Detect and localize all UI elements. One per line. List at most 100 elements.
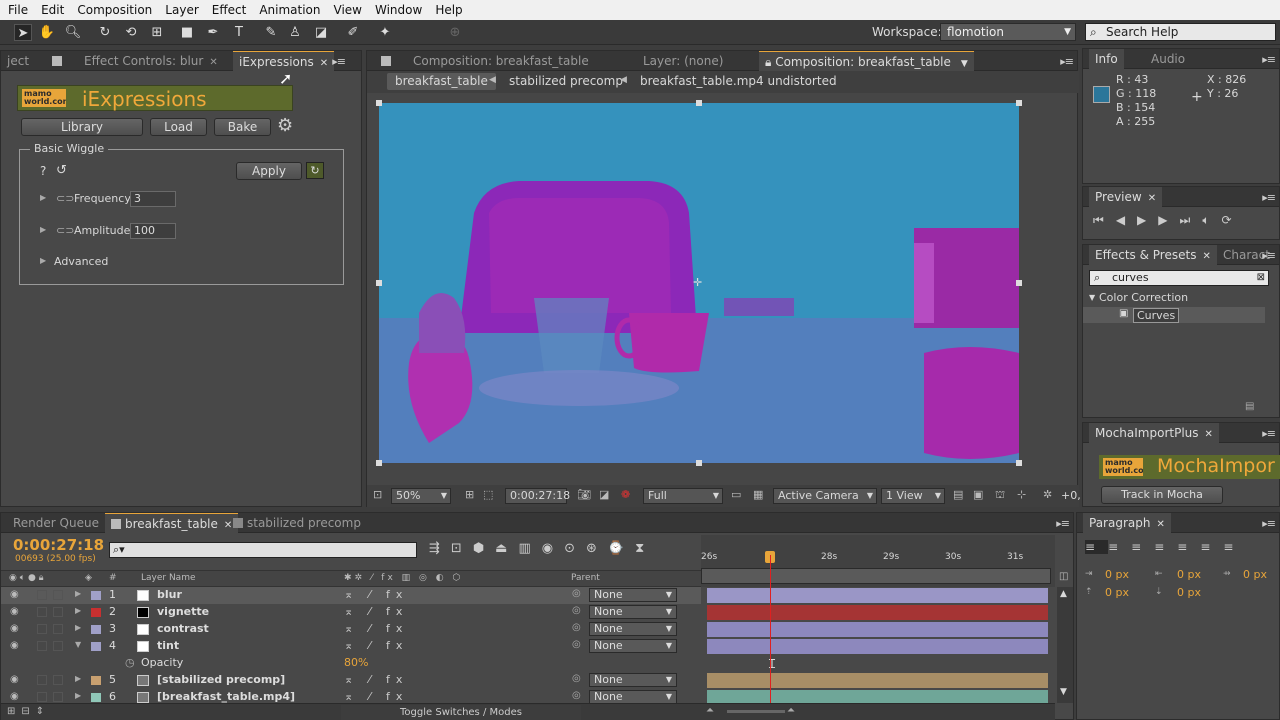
link-icon[interactable]: ⊂⊃ (56, 224, 74, 237)
reset-icon[interactable]: ↺ (56, 163, 67, 178)
expand-arrow-icon[interactable]: ▶ (40, 193, 46, 202)
layer-name-header[interactable]: Layer Name (141, 573, 196, 583)
panel-menu-icon[interactable]: ▸≡ (1060, 55, 1074, 68)
panel-menu-icon[interactable]: ▸≡ (1056, 517, 1070, 530)
layer-name[interactable]: contrast (157, 622, 209, 635)
align-left-icon[interactable]: ≡ (1085, 540, 1109, 554)
color-channels-icon[interactable]: ❁ (621, 488, 630, 501)
library-button[interactable]: Library (21, 118, 143, 136)
menu-view[interactable]: View (330, 3, 366, 17)
chevron-down-icon[interactable]: ▼ (961, 59, 968, 69)
close-icon[interactable]: ✕ (1148, 193, 1156, 204)
gear-icon[interactable]: ⚙ (277, 115, 293, 136)
label-color[interactable] (91, 591, 101, 600)
type-tool-icon[interactable]: T (230, 24, 248, 41)
toggle-switches-modes-button[interactable]: Toggle Switches / Modes (341, 705, 581, 720)
tab-paragraph[interactable]: Paragraph ✕ (1083, 513, 1171, 533)
motion-blur-icon[interactable]: ◉ (542, 541, 564, 556)
layer-switches-icon[interactable]: ⌅ ⁄ fx (344, 588, 408, 601)
close-icon[interactable]: ✕ (209, 57, 217, 68)
menu-file[interactable]: File (4, 3, 32, 17)
first-line-indent-value[interactable]: 0 px (1243, 568, 1267, 581)
close-icon[interactable]: ✕ (1156, 519, 1164, 530)
roto-brush-tool-icon[interactable]: ✐ (344, 24, 362, 41)
transform-handle[interactable] (696, 100, 702, 106)
expand-arrow-icon[interactable]: ▼ (1089, 293, 1095, 302)
table-row[interactable]: ◉ ▶ 6 [breakfast_table.mp4] ⌅ ⁄ fx ◎ None ▼ (1, 689, 701, 703)
pickwhip-icon[interactable]: ◎ (572, 588, 581, 599)
parent-select[interactable]: None ▼ (589, 639, 677, 653)
comp-marker-bin-icon[interactable]: ◫ (1059, 571, 1068, 582)
effects-item-curves[interactable]: Curves (1133, 308, 1180, 323)
timecode-field[interactable]: 0:00:27:18 (505, 488, 570, 504)
frame-blending-icon[interactable]: ▥ (518, 541, 541, 556)
table-row[interactable]: ◉ ▶ 2 vignette ⌅ ⁄ fx ◎ None ▼ (1, 604, 701, 621)
pickwhip-icon[interactable]: ◎ (572, 639, 581, 650)
puppet-tool-icon[interactable]: ✦ (376, 24, 394, 41)
visibility-eye-icon[interactable]: ◉ (10, 589, 19, 600)
selection-tool-icon[interactable]: ➤ (14, 24, 32, 41)
effects-item-row[interactable]: ▣ Curves (1083, 307, 1265, 323)
first-frame-icon[interactable]: ⏮ (1093, 213, 1116, 227)
zoom-in-icon[interactable]: ⏶ (787, 705, 795, 716)
transform-handle[interactable] (376, 100, 382, 106)
link-icon[interactable]: ⊂⊃ (56, 192, 74, 205)
exposure-value[interactable]: +0, (1061, 489, 1081, 502)
comp-mini-flowchart-icon[interactable]: ⇶ (429, 541, 451, 556)
resolution-select[interactable]: Full ▼ (643, 488, 723, 504)
opacity-value[interactable]: 80% (344, 656, 368, 669)
menu-composition[interactable]: Composition (73, 3, 156, 17)
timeline-footer-icons[interactable]: ⊞⊟⇕ (7, 706, 50, 717)
visibility-eye-icon[interactable]: ◉ (10, 674, 19, 685)
tab-iexpressions[interactable]: iExpressions ✕ (233, 51, 335, 71)
transform-handle[interactable] (1016, 280, 1022, 286)
align-right-icon[interactable]: ≡ (1131, 540, 1154, 554)
layer-switches-icon[interactable]: ⌅ ⁄ fx (344, 673, 408, 686)
close-icon[interactable]: ✕ (320, 58, 328, 69)
pan-behind-tool-icon[interactable]: ⊞ (148, 24, 166, 41)
panel-menu-icon[interactable]: ▸≡ (1262, 249, 1276, 262)
mask-icon[interactable]: ⬚ (483, 488, 493, 501)
brainstorm-icon[interactable]: ⊛ (586, 541, 608, 556)
label-color[interactable] (91, 642, 101, 651)
lock-toggle[interactable] (53, 624, 63, 634)
layer-duration-bar[interactable] (707, 673, 1048, 688)
amplitude-field[interactable]: 100 (130, 223, 176, 239)
rectangle-tool-icon[interactable]: ■ (178, 24, 196, 41)
menu-edit[interactable]: Edit (37, 3, 68, 17)
panel-menu-icon[interactable]: ▸≡ (1262, 427, 1276, 440)
menu-animation[interactable]: Animation (255, 3, 324, 17)
lock-toggle[interactable] (53, 641, 63, 651)
last-frame-icon[interactable]: ⏭ (1180, 213, 1203, 227)
solo-toggle[interactable] (37, 675, 47, 685)
workspace-select[interactable]: flomotion ▼ (940, 23, 1076, 41)
search-help-input[interactable]: ⌕ Search Help (1085, 23, 1276, 41)
toggle-pixel-aspect-icon[interactable]: ▤ (953, 488, 963, 501)
graph-editor-icon[interactable]: ⊙ (564, 541, 586, 556)
zoom-out-icon[interactable]: ⏶ (706, 705, 714, 716)
solo-toggle[interactable] (37, 624, 47, 634)
fast-previews-icon[interactable]: ▣ (973, 488, 983, 501)
scroll-up-icon[interactable]: ▲ (1060, 589, 1067, 599)
auto-keyframe-icon[interactable]: ⌚ (608, 541, 635, 556)
draft-3d-icon[interactable]: ⬢ (473, 541, 495, 556)
scroll-down-icon[interactable]: ▼ (1060, 687, 1067, 697)
solo-toggle[interactable] (37, 590, 47, 600)
next-frame-icon[interactable]: ▶ (1158, 213, 1179, 227)
layer-duration-bar[interactable] (707, 605, 1048, 620)
expand-arrow-icon[interactable]: ▶ (75, 674, 81, 683)
effects-search-input[interactable]: ⌕ curves ⊠ (1089, 270, 1269, 286)
justify-left-icon[interactable]: ≡ (1154, 540, 1177, 554)
current-timecode[interactable]: 0:00:27:18 (13, 536, 104, 554)
pickwhip-icon[interactable]: ◎ (572, 673, 581, 684)
layer-switches-icon[interactable]: ⌅ ⁄ fx (344, 622, 408, 635)
refresh-icon[interactable]: ↻ (306, 162, 324, 179)
lock-toggle[interactable] (53, 675, 63, 685)
brush-tool-icon[interactable]: ✎ (262, 24, 280, 41)
layer-switches-icon[interactable]: ⌅ ⁄ fx (344, 690, 408, 703)
tab-stabilized-precomp[interactable]: stabilized precomp (227, 513, 367, 533)
menu-window[interactable]: Window (371, 3, 426, 17)
zoom-slider[interactable] (727, 710, 785, 713)
apply-button[interactable]: Apply (236, 162, 302, 180)
expand-arrow-icon[interactable]: ▶ (75, 589, 81, 598)
